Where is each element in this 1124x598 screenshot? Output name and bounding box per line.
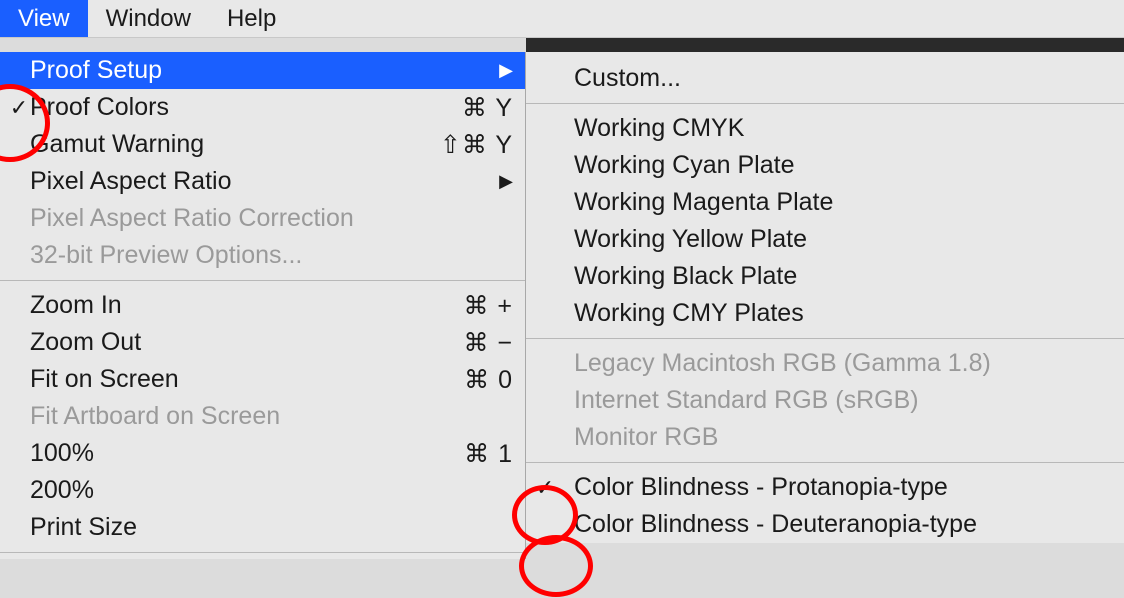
menu-label: Color Blindness - Deuteranopia-type (556, 510, 977, 539)
menu-label: Zoom Out (30, 328, 141, 357)
menu-label: Fit on Screen (30, 365, 179, 394)
proof-setup-submenu: Custom... Working CMYK Working Cyan Plat… (526, 52, 1124, 543)
menu-100-percent[interactable]: 100% ⌘ 1 (0, 435, 525, 472)
menu-label: Working CMY Plates (534, 299, 804, 328)
shortcut: ⇧⌘ Y (440, 130, 513, 160)
menu-label: Working Magenta Plate (534, 188, 833, 217)
menu-label: 200% (30, 476, 94, 505)
submenu-working-cmy[interactable]: Working CMY Plates (526, 295, 1124, 332)
menu-pixel-aspect-ratio[interactable]: Pixel Aspect Ratio ▶ (0, 163, 525, 200)
shortcut: ⌘ − (463, 328, 513, 358)
menu-label: Pixel Aspect Ratio (30, 167, 232, 196)
submenu-arrow-icon: ▶ (489, 171, 513, 192)
menu-print-size[interactable]: Print Size (0, 509, 525, 546)
menu-gamut-warning[interactable]: Gamut Warning ⇧⌘ Y (0, 126, 525, 163)
menubar: View Window Help (0, 0, 1124, 38)
menu-fit-on-screen[interactable]: Fit on Screen ⌘ 0 (0, 361, 525, 398)
submenu-working-magenta[interactable]: Working Magenta Plate (526, 184, 1124, 221)
menu-separator (0, 280, 525, 281)
annotation-circle (519, 535, 593, 597)
shortcut: ⌘ 1 (464, 439, 513, 469)
shortcut: ⌘ 0 (464, 365, 513, 395)
menu-label: Proof Colors (30, 93, 169, 122)
menu-proof-colors[interactable]: ✓ Proof Colors ⌘ Y (0, 89, 525, 126)
menubar-window[interactable]: Window (88, 0, 209, 37)
menu-zoom-in[interactable]: Zoom In ⌘ + (0, 287, 525, 324)
menu-32bit-preview: 32-bit Preview Options... (0, 237, 525, 274)
menubar-help[interactable]: Help (209, 0, 294, 37)
submenu-cb-protanopia[interactable]: ✓ Color Blindness - Protanopia-type (526, 469, 1124, 506)
menu-label: Monitor RGB (534, 423, 718, 452)
menu-label: Zoom In (30, 291, 122, 320)
menu-label: Internet Standard RGB (sRGB) (534, 386, 919, 415)
menu-label: Legacy Macintosh RGB (Gamma 1.8) (534, 349, 991, 378)
menu-label: Working Yellow Plate (534, 225, 807, 254)
menu-label: Color Blindness - Protanopia-type (556, 473, 948, 502)
check-icon: ✓ (534, 475, 556, 501)
submenu-cb-deuteranopia[interactable]: Color Blindness - Deuteranopia-type (526, 506, 1124, 543)
menu-zoom-out[interactable]: Zoom Out ⌘ − (0, 324, 525, 361)
submenu-working-cyan[interactable]: Working Cyan Plate (526, 147, 1124, 184)
menu-label: Fit Artboard on Screen (30, 402, 280, 431)
menu-separator (526, 338, 1124, 339)
submenu-arrow-icon: ▶ (489, 60, 513, 81)
submenu-legacy-mac: Legacy Macintosh RGB (Gamma 1.8) (526, 345, 1124, 382)
submenu-working-black[interactable]: Working Black Plate (526, 258, 1124, 295)
shortcut: ⌘ Y (462, 93, 513, 123)
menu-pixel-aspect-correction: Pixel Aspect Ratio Correction (0, 200, 525, 237)
menu-label: Proof Setup (30, 56, 162, 85)
menu-label: Working CMYK (534, 114, 744, 143)
submenu-custom[interactable]: Custom... (526, 60, 1124, 97)
window-background (526, 38, 1124, 52)
menu-separator (0, 552, 525, 553)
submenu-working-yellow[interactable]: Working Yellow Plate (526, 221, 1124, 258)
menu-label: 100% (30, 439, 94, 468)
submenu-working-cmyk[interactable]: Working CMYK (526, 110, 1124, 147)
menu-label: Gamut Warning (30, 130, 204, 159)
submenu-internet-srgb: Internet Standard RGB (sRGB) (526, 382, 1124, 419)
menu-200-percent[interactable]: 200% (0, 472, 525, 509)
menubar-view[interactable]: View (0, 0, 88, 37)
view-dropdown: Proof Setup ▶ ✓ Proof Colors ⌘ Y Gamut W… (0, 52, 526, 559)
submenu-monitor-rgb: Monitor RGB (526, 419, 1124, 456)
menu-label: Working Cyan Plate (534, 151, 794, 180)
menu-label: Custom... (534, 64, 681, 93)
check-icon: ✓ (8, 95, 30, 121)
menu-separator (526, 462, 1124, 463)
menu-label: Working Black Plate (534, 262, 797, 291)
shortcut: ⌘ + (463, 291, 513, 321)
menu-proof-setup[interactable]: Proof Setup ▶ (0, 52, 525, 89)
menu-separator (526, 103, 1124, 104)
menu-label: Print Size (30, 513, 137, 542)
menu-label: 32-bit Preview Options... (30, 241, 302, 270)
menu-fit-artboard: Fit Artboard on Screen (0, 398, 525, 435)
menu-label: Pixel Aspect Ratio Correction (30, 204, 354, 233)
